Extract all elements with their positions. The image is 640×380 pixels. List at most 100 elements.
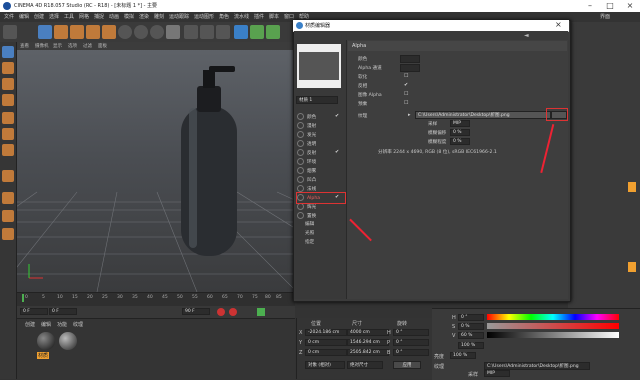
- recent-tool-icon[interactable]: [102, 25, 116, 39]
- edges-mode-icon[interactable]: [2, 128, 14, 140]
- hue-slider[interactable]: [487, 314, 619, 320]
- channel-reflectance[interactable]: 反射 ✔: [297, 149, 339, 156]
- attribute-tab[interactable]: [628, 182, 636, 192]
- start-frame-field[interactable]: 0 F: [20, 308, 48, 315]
- apply-button[interactable]: 应用: [393, 361, 421, 369]
- menu-edit[interactable]: 编辑: [19, 13, 29, 20]
- soft-checkbox[interactable]: ☐: [404, 73, 408, 79]
- texture-mode-icon[interactable]: [2, 78, 14, 90]
- menu-create[interactable]: 创建: [34, 13, 44, 20]
- mat-menu-texture[interactable]: 纹理: [73, 321, 83, 328]
- workplane-icon[interactable]: [2, 94, 14, 106]
- image-alpha-checkbox[interactable]: ☐: [404, 91, 408, 97]
- make-editable-icon[interactable]: [2, 46, 14, 58]
- select-tool-icon[interactable]: [38, 25, 52, 39]
- x-axis-icon[interactable]: [118, 25, 132, 39]
- channel-transparency[interactable]: 透明: [297, 140, 316, 147]
- close-button[interactable]: ×: [620, 0, 640, 12]
- mat-menu-function[interactable]: 功能: [57, 321, 67, 328]
- size-z-field[interactable]: 2505.842 cm: [347, 349, 389, 356]
- menu-help[interactable]: 帮助: [299, 13, 309, 20]
- maximize-button[interactable]: □: [600, 0, 620, 12]
- play-icon[interactable]: [257, 308, 265, 316]
- undo-icon[interactable]: [3, 25, 17, 39]
- texture-path-field[interactable]: C:\Users\Administrator\Desktop\折图.png: [484, 362, 590, 370]
- check-icon[interactable]: ✔: [335, 149, 339, 155]
- channel-assignment[interactable]: 指定: [305, 239, 314, 245]
- value-slider[interactable]: [487, 332, 619, 338]
- saturation-slider[interactable]: [487, 323, 619, 329]
- rot-p-field[interactable]: 0 °: [393, 339, 429, 346]
- view-menu-camera[interactable]: 摄像机: [35, 43, 49, 49]
- coord-system-icon[interactable]: [166, 25, 180, 39]
- bottle-model[interactable]: [181, 66, 237, 256]
- menu-render[interactable]: 渲染: [139, 13, 149, 20]
- menu-tools[interactable]: 工具: [64, 13, 74, 20]
- menu-snap[interactable]: 捕捉: [94, 13, 104, 20]
- material-swatch-2[interactable]: [59, 332, 77, 350]
- render-settings-icon[interactable]: [216, 25, 230, 39]
- lock-icon[interactable]: [2, 210, 14, 222]
- channel-luminance[interactable]: 发光: [297, 131, 316, 138]
- pen-icon[interactable]: [250, 25, 264, 39]
- premultiply-checkbox[interactable]: ☐: [404, 100, 408, 106]
- view-menu-display[interactable]: 显示: [53, 43, 62, 49]
- invert-checkbox[interactable]: ✔: [404, 82, 408, 88]
- menu-character[interactable]: 角色: [219, 13, 229, 20]
- end-frame-field[interactable]: 90 F: [182, 308, 210, 315]
- z-axis-icon[interactable]: [150, 25, 164, 39]
- channel-normal[interactable]: 法线: [297, 185, 316, 192]
- move-tool-icon[interactable]: [54, 25, 68, 39]
- view-menu-panel[interactable]: 面板: [98, 43, 107, 49]
- brightness-field[interactable]: 100 %: [450, 352, 476, 359]
- coord-size-select[interactable]: 绝对尺寸: [347, 361, 383, 369]
- alpha-delta-field[interactable]: [400, 64, 420, 72]
- scale-tool-icon[interactable]: [70, 25, 84, 39]
- channel-fog[interactable]: 烟雾: [297, 167, 316, 174]
- material-swatch-1[interactable]: [37, 332, 55, 350]
- view-menu-view[interactable]: 查看: [20, 43, 29, 49]
- menu-select[interactable]: 选择: [49, 13, 59, 20]
- layer-tab[interactable]: [628, 262, 636, 272]
- channel-bump[interactable]: 凹凸: [297, 176, 316, 183]
- menu-pipeline[interactable]: 流水线: [234, 13, 249, 20]
- channel-illumination[interactable]: 光照: [305, 230, 314, 236]
- layout-label[interactable]: 界面: [600, 13, 610, 20]
- grid-icon[interactable]: [2, 228, 14, 240]
- render-view-icon[interactable]: [184, 25, 198, 39]
- coord-mode-select[interactable]: 对象 (相对): [305, 361, 345, 369]
- saturation-field[interactable]: 0 %: [458, 323, 484, 330]
- menu-mograph[interactable]: 运动图形: [194, 13, 214, 20]
- menu-window[interactable]: 窗口: [284, 13, 294, 20]
- menu-simulate[interactable]: 模拟: [124, 13, 134, 20]
- points-mode-icon[interactable]: [2, 112, 14, 124]
- pos-x-field[interactable]: -2024.186 cm: [305, 329, 347, 336]
- subdivision-icon[interactable]: [266, 25, 280, 39]
- channel-glow[interactable]: 辉光: [297, 203, 316, 210]
- polygons-mode-icon[interactable]: [2, 144, 14, 156]
- menu-motion-tracking[interactable]: 运动跟踪: [169, 13, 189, 20]
- channel-editor[interactable]: 编辑: [305, 221, 314, 227]
- mat-menu-edit[interactable]: 编辑: [41, 321, 51, 328]
- pos-z-field[interactable]: 0 cm: [305, 349, 347, 356]
- rotate-tool-icon[interactable]: [86, 25, 100, 39]
- viewport[interactable]: [17, 42, 295, 292]
- texture-path-dialog[interactable]: C:\Users\Administrator\Desktop\折图.png: [415, 111, 551, 119]
- size-y-field[interactable]: 1546.294 cm: [347, 339, 389, 346]
- cube-icon[interactable]: [234, 25, 248, 39]
- material-label[interactable]: 材质: [37, 352, 50, 359]
- channel-displacement[interactable]: 置换: [297, 212, 316, 219]
- blur-offset-field[interactable]: 0 %: [450, 129, 470, 136]
- extra-field[interactable]: 100 %: [458, 342, 484, 349]
- current-frame-field[interactable]: 0 F: [49, 308, 77, 315]
- check-icon[interactable]: ✔: [335, 113, 339, 119]
- menu-plugins[interactable]: 插件: [254, 13, 264, 20]
- hue-field[interactable]: 0 °: [458, 314, 484, 321]
- rot-h-field[interactable]: 0 °: [393, 329, 429, 336]
- playhead[interactable]: [22, 294, 24, 302]
- view-menu-filter[interactable]: 过滤: [83, 43, 92, 49]
- menu-animate[interactable]: 动画: [109, 13, 119, 20]
- channel-environment[interactable]: 环境: [297, 158, 316, 165]
- menu-file[interactable]: 文件: [4, 13, 14, 20]
- view-menu-options[interactable]: 选项: [68, 43, 77, 49]
